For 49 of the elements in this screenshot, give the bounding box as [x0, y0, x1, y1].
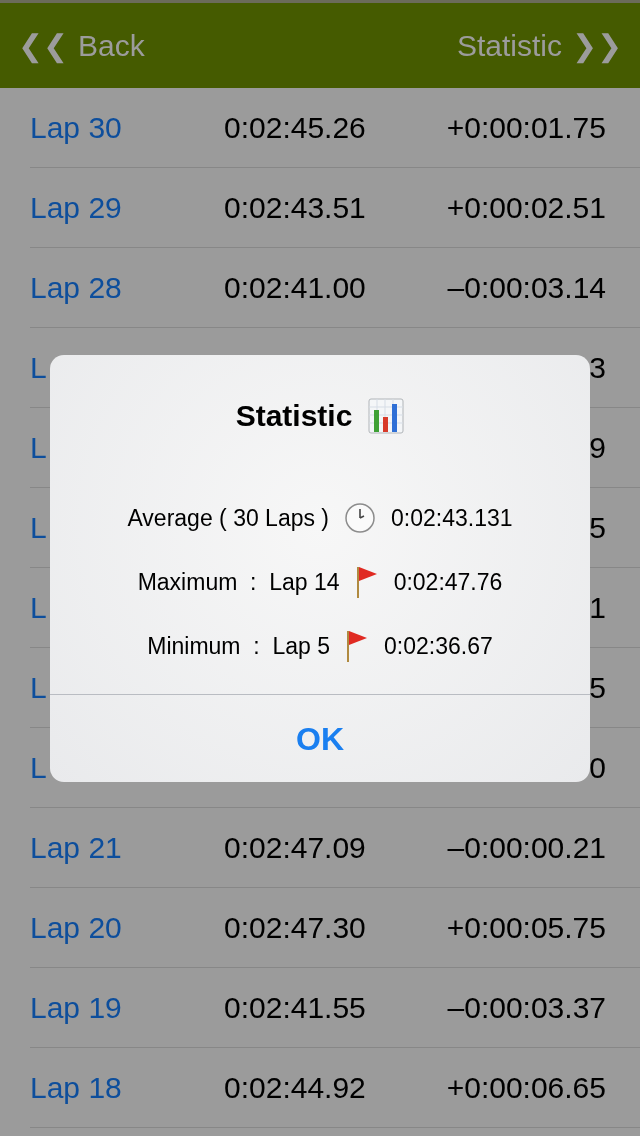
lap-difference: 5 — [589, 510, 606, 546]
flag-icon — [346, 629, 369, 663]
lap-label: L — [30, 750, 47, 786]
lap-difference: 5 — [589, 670, 606, 706]
lap-difference: +0:00:06.65 — [446, 1070, 606, 1106]
stat-value: 0:02:43.131 — [391, 503, 513, 533]
lap-time: 0:02:47.09 — [224, 830, 366, 866]
stat-label: Maximum : Lap 14 — [137, 567, 340, 597]
lap-difference: –0:00:03.14 — [447, 270, 606, 306]
statistic-button[interactable]: Statistic ❯❯ — [456, 23, 622, 68]
lap-difference: +0:00:01.75 — [446, 110, 606, 146]
double-chevron-right-icon: ❯❯ — [572, 23, 622, 68]
back-button[interactable]: ❮❮ Back — [18, 23, 145, 68]
clock-icon — [345, 503, 376, 533]
lap-time: 0:02:41.55 — [224, 990, 366, 1026]
lap-label: Lap 30 — [30, 110, 122, 146]
lap-difference: 0 — [589, 750, 606, 786]
lap-label: Lap 20 — [30, 910, 122, 946]
lap-label: Lap 18 — [30, 1070, 122, 1106]
lap-label: Lap 29 — [30, 190, 122, 226]
lap-time: 0:02:41.00 — [224, 270, 366, 306]
lap-label: Lap 21 — [30, 830, 122, 866]
lap-label: L — [30, 350, 47, 386]
lap-difference: 3 — [589, 350, 606, 386]
lap-label: L — [30, 510, 47, 546]
lap-time: 0:02:44.92 — [224, 1070, 366, 1106]
stat-value: 0:02:36.67 — [384, 631, 493, 661]
lap-difference: +0:00:05.75 — [446, 910, 606, 946]
lap-difference: 9 — [589, 430, 606, 466]
bar-chart-icon — [368, 397, 405, 434]
lap-label: L — [30, 430, 47, 466]
lap-difference: –0:00:00.21 — [447, 830, 606, 866]
lap-time: 0:02:47.30 — [224, 910, 366, 946]
dialog-title: Statistic — [235, 398, 353, 434]
lap-difference: –0:00:03.37 — [447, 990, 606, 1026]
flag-icon — [355, 565, 378, 599]
lap-label: Lap 19 — [30, 990, 122, 1026]
ok-button[interactable]: OK — [50, 694, 590, 782]
stat-label: Average ( 30 Laps ) — [127, 503, 330, 533]
double-chevron-left-icon: ❮❮ — [18, 23, 68, 68]
lap-label: L — [30, 590, 47, 626]
lap-time: 0:02:43.51 — [224, 190, 366, 226]
stat-label: Minimum : Lap 5 — [147, 631, 331, 661]
stat-value: 0:02:47.76 — [393, 567, 503, 597]
lap-difference: +0:00:02.51 — [446, 190, 606, 226]
lap-time: 0:02:45.26 — [224, 110, 366, 146]
lap-difference: 1 — [589, 590, 606, 626]
lap-label: Lap 28 — [30, 270, 122, 306]
lap-label: L — [30, 670, 47, 706]
